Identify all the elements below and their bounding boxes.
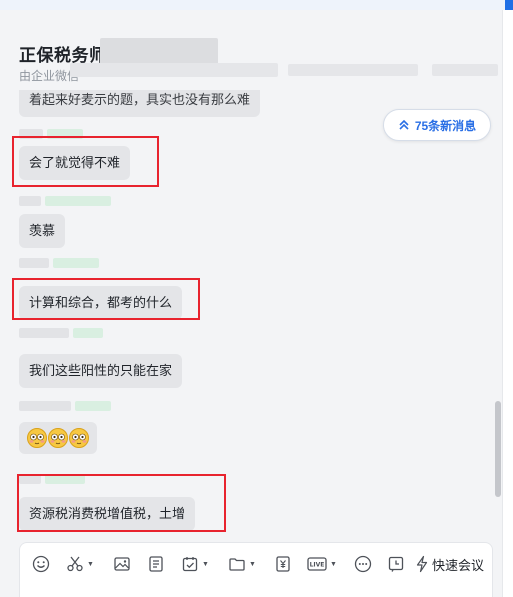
clock-icon (388, 556, 404, 572)
calendar-check-icon (182, 557, 198, 572)
folder-icon (229, 558, 245, 571)
chevron-down-icon[interactable]: ▼ (330, 561, 337, 568)
highlight-box (12, 278, 200, 320)
scissors-icon (67, 556, 83, 572)
double-chevron-up-icon (399, 119, 409, 130)
sender-name (19, 258, 99, 268)
lightning-icon (416, 555, 428, 573)
chevron-down-icon[interactable]: ▼ (87, 561, 94, 568)
emoji-button[interactable] (32, 553, 50, 575)
flushed-face-icon (69, 428, 89, 448)
composer-toolbar: ▼ ▼ ▼ LIVE ▼ 快速会议 (20, 553, 494, 575)
sender-name (19, 401, 111, 411)
new-messages-label: 75条新消息 (414, 118, 477, 133)
message-list[interactable]: 着起来好麦示的题，具实也没有那么难 会了就觉得不难 羡慕 计算和综合，都考的什么… (0, 90, 500, 542)
screenshot-button[interactable]: ▼ (66, 553, 94, 575)
message-bubble: 羡慕 (19, 214, 66, 248)
highlight-box (17, 474, 226, 532)
schedule-button[interactable]: ▼ (181, 553, 209, 575)
sender-name (19, 196, 111, 206)
history-button[interactable] (387, 553, 405, 575)
top-accent (505, 0, 513, 10)
chevron-down-icon[interactable]: ▼ (249, 561, 256, 568)
message-bubble: 着起来好麦示的题，具实也没有那么难 (19, 90, 261, 117)
quick-meeting-button[interactable]: 快速会议 (415, 553, 484, 575)
highlight-box (12, 136, 159, 187)
live-icon: LIVE (307, 557, 327, 571)
chevron-down-icon[interactable]: ▼ (202, 561, 209, 568)
file-button[interactable]: ▼ (228, 553, 256, 575)
emoji-icon (32, 555, 50, 573)
live-button[interactable]: LIVE ▼ (307, 553, 337, 575)
sender-name (19, 328, 103, 338)
more-button[interactable] (354, 553, 372, 575)
new-messages-button[interactable]: 75条新消息 (383, 109, 491, 141)
quick-meeting-label: 快速会议 (432, 557, 485, 573)
scrollbar-thumb[interactable] (495, 401, 501, 497)
subtitle-redaction (288, 64, 418, 76)
document-icon (149, 556, 163, 572)
message-bubble-emoji (19, 422, 97, 454)
red-packet-button[interactable] (274, 553, 292, 575)
image-button[interactable] (113, 553, 131, 575)
subtitle-redaction (70, 63, 278, 77)
flushed-face-icon (48, 428, 68, 448)
svg-text:LIVE: LIVE (310, 562, 325, 569)
image-icon (114, 557, 130, 571)
subtitle-redaction (432, 64, 498, 76)
document-button[interactable] (147, 553, 165, 575)
flushed-face-icon (27, 428, 47, 448)
message-bubble: 我们这些阳性的只能在家 (19, 354, 183, 388)
right-panel-edge (502, 10, 513, 597)
yen-icon (276, 556, 290, 572)
chat-header: 正保税务师 由企业微信 (0, 10, 513, 90)
more-icon (354, 555, 372, 573)
message-composer[interactable]: ▼ ▼ ▼ LIVE ▼ 快速会议 (19, 542, 493, 597)
